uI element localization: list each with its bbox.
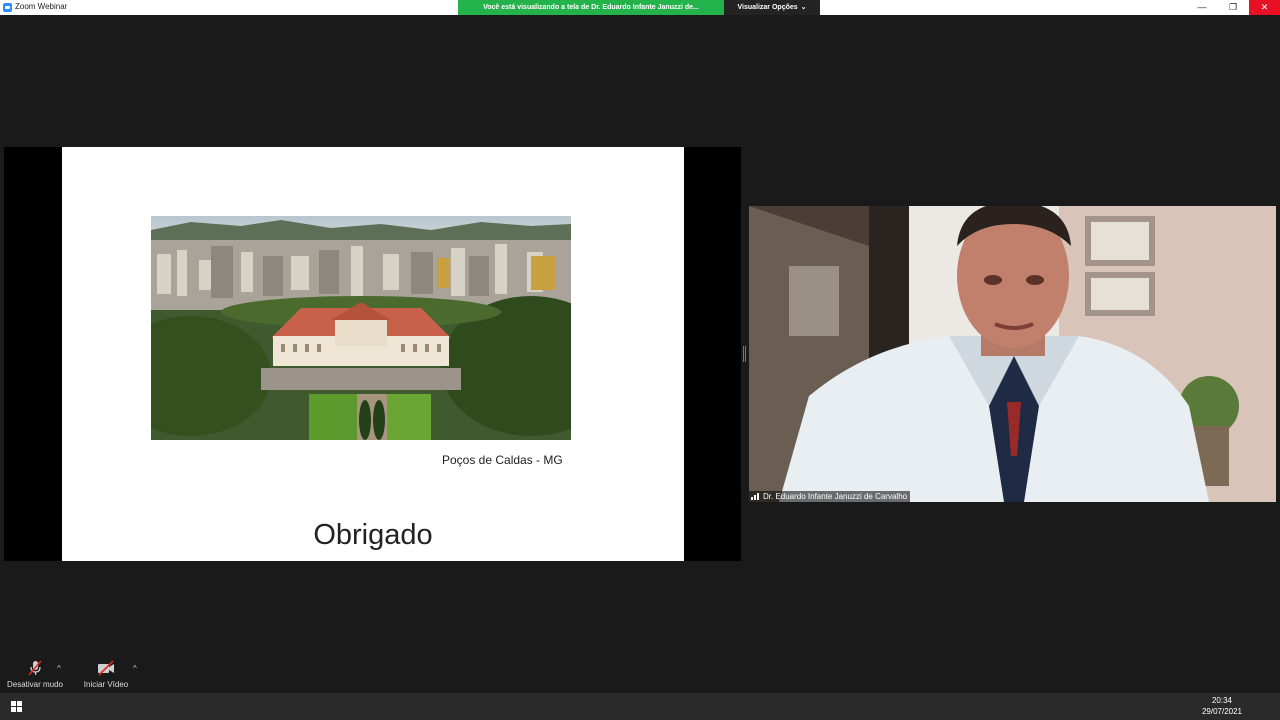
panel-resize-handle[interactable]: [743, 346, 746, 362]
signal-strength-icon: [751, 493, 760, 500]
restore-button[interactable]: ❐: [1218, 0, 1248, 15]
zoom-app-icon: [3, 3, 12, 12]
minimize-button[interactable]: —: [1187, 0, 1217, 15]
slide-title: Obrigado: [313, 519, 433, 551]
start-video-label: Iniciar Vídeo: [83, 680, 129, 689]
clock-date: 29/07/2021: [1201, 707, 1242, 716]
participant-name-label: Dr. Eduardo Infante Januzzi de Carvalho: [749, 491, 911, 502]
windows-taskbar: [0, 693, 1280, 720]
city-aerial-photo: [151, 216, 571, 440]
video-options-caret-icon[interactable]: ^: [133, 664, 137, 673]
title-bar: Zoom Webinar Você está visualizando a te…: [0, 0, 1280, 15]
clock-time: 20:34: [1211, 696, 1232, 705]
participant-name: Dr. Eduardo Infante Januzzi de Carvalho: [763, 492, 908, 501]
start-video-button[interactable]: Iniciar Vídeo: [79, 660, 133, 689]
audio-options-caret-icon[interactable]: ^: [57, 664, 61, 673]
video-camera-off-icon: [98, 660, 114, 676]
windows-start-icon[interactable]: [11, 701, 22, 712]
screen-share-banner: Você está visualizando a tela de Dr. Edu…: [458, 0, 724, 15]
taskbar-clock[interactable]: 20:34 29/07/2021: [1202, 695, 1242, 717]
presentation-slide: Poços de Caldas - MG Obrigado: [62, 147, 684, 561]
unmute-button[interactable]: Desativar mudo: [5, 660, 65, 689]
slide-caption: Poços de Caldas - MG: [442, 453, 563, 467]
unmute-label: Desativar mudo: [6, 680, 64, 689]
shared-screen[interactable]: Poços de Caldas - MG Obrigado: [4, 147, 741, 561]
participant-video[interactable]: Dr. Eduardo Infante Januzzi de Carvalho: [749, 206, 1276, 502]
close-button[interactable]: ✕: [1249, 0, 1280, 15]
view-options-button[interactable]: Visualizar Opções ⌄: [724, 0, 820, 15]
view-options-label: Visualizar Opções: [737, 4, 798, 11]
window-title: Zoom Webinar: [15, 2, 68, 11]
speaker-video-frame: [749, 206, 1276, 502]
microphone-muted-icon: [28, 660, 42, 676]
chevron-down-icon: ⌄: [800, 4, 807, 11]
